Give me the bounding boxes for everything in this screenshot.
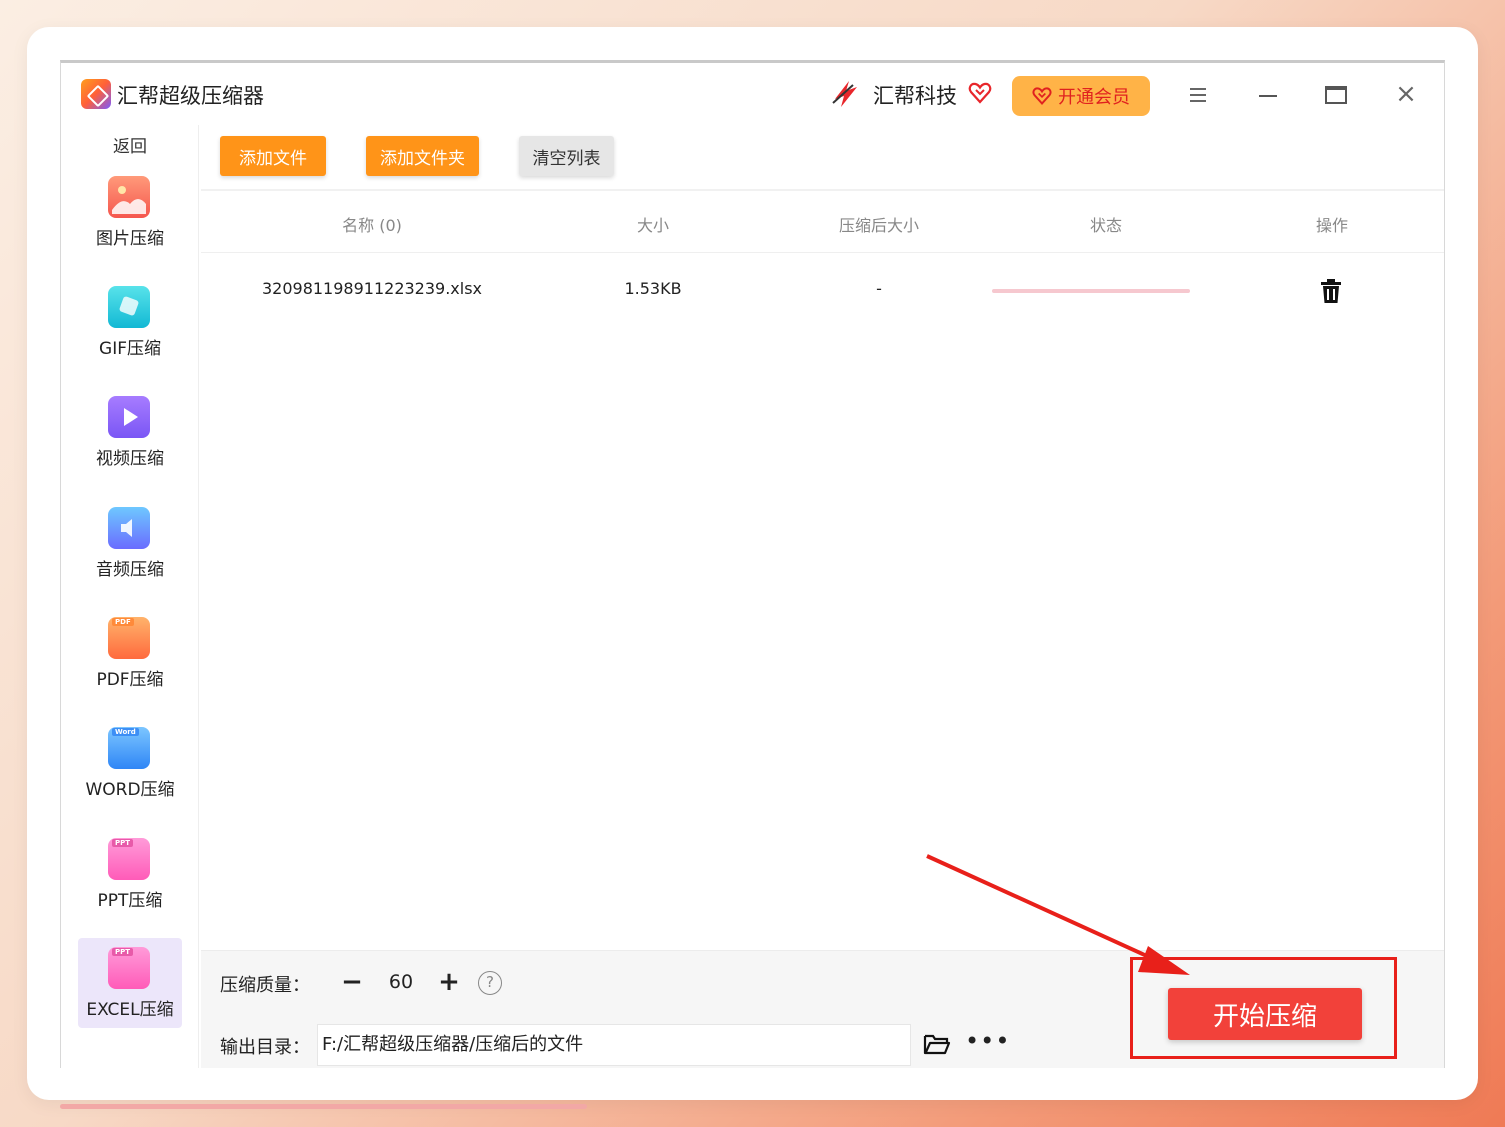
ppt-icon: PPT (108, 838, 150, 880)
table-row[interactable]: 320981198911223239.xlsx 1.53KB - (201, 258, 1444, 318)
column-size[interactable]: 大小 (637, 212, 669, 236)
app-title: 汇帮超级压缩器 (117, 84, 264, 108)
folder-open-icon[interactable] (923, 1032, 951, 1056)
output-path-field[interactable]: F:/汇帮超级压缩器/压缩后的文件 (317, 1024, 911, 1066)
sidebar-item-video[interactable]: 视频压缩 (78, 390, 182, 480)
add-file-button[interactable]: 添加文件 (220, 136, 326, 176)
column-actions: 操作 (1315, 216, 1349, 235)
sidebar-item-image[interactable]: 图片压缩 (78, 170, 182, 260)
word-icon: Word (108, 727, 150, 769)
sidebar-item-label: PDF压缩 (96, 670, 164, 690)
sidebar: 返回 图片压缩 GIF压缩 视频压缩 音频压缩 PDF PDF压缩 Word W… (61, 125, 199, 1068)
gif-icon (108, 286, 150, 328)
pdf-tag: PDF (112, 618, 134, 626)
word-tag: Word (112, 728, 139, 736)
sidebar-item-label: 视频压缩 (96, 449, 164, 469)
file-name: 320981198911223239.xlsx (261, 279, 483, 298)
vip-label: 开通会员 (1058, 87, 1130, 108)
sidebar-item-label: EXCEL压缩 (86, 1000, 174, 1020)
excel-tag: PPT (112, 948, 134, 956)
back-link[interactable]: 返回 (113, 132, 147, 157)
sidebar-item-ppt[interactable]: PPT PPT压缩 (78, 832, 182, 922)
sidebar-item-label: PPT压缩 (97, 891, 163, 911)
close-icon[interactable]: × (1391, 79, 1421, 109)
quality-label: 压缩质量： (220, 975, 310, 996)
minimize-icon[interactable] (1253, 79, 1283, 109)
audio-icon (108, 507, 150, 549)
sidebar-item-label: WORD压缩 (85, 780, 175, 800)
brand-logo-icon (832, 81, 857, 107)
heart-icon (968, 82, 992, 104)
file-size: 1.53KB (624, 279, 682, 298)
table-header: 名称 (0) 大小 压缩后大小 状态 操作 (201, 191, 1444, 253)
ppt-tag: PPT (112, 839, 134, 847)
image-icon (108, 176, 150, 218)
clear-list-button[interactable]: 清空列表 (519, 136, 614, 176)
sidebar-item-pdf[interactable]: PDF PDF压缩 (78, 611, 182, 701)
excel-icon: PPT (108, 947, 150, 989)
output-label: 输出目录： (220, 1037, 310, 1058)
quality-decrease-button[interactable]: − (337, 965, 367, 999)
toolbar: 添加文件 添加文件夹 清空列表 (201, 125, 1444, 191)
more-options-icon[interactable]: ••• (965, 1027, 1010, 1055)
menu-icon[interactable] (1183, 79, 1213, 109)
add-folder-button[interactable]: 添加文件夹 (366, 136, 479, 176)
maximize-icon[interactable] (1321, 79, 1351, 109)
help-icon[interactable]: ? (478, 971, 502, 995)
pdf-icon: PDF (108, 617, 150, 659)
sidebar-item-label: 图片压缩 (96, 229, 164, 249)
sidebar-item-audio[interactable]: 音频压缩 (78, 501, 182, 591)
annotation-highlight-box (1130, 957, 1397, 1059)
vip-heart-icon (1032, 87, 1052, 105)
column-compressed-size[interactable]: 压缩后大小 (839, 212, 919, 236)
app-window: 汇帮超级压缩器 汇帮科技 开通会员 × 返回 图片压缩 GIF压缩 视频压缩 音… (60, 60, 1445, 1068)
status-progress-bar (992, 289, 1190, 293)
sidebar-item-label: 音频压缩 (96, 560, 164, 580)
column-status[interactable]: 状态 (1090, 212, 1122, 236)
video-icon (108, 396, 150, 438)
title-bar: 汇帮超级压缩器 汇帮科技 开通会员 × (61, 63, 1444, 125)
sidebar-item-gif[interactable]: GIF压缩 (78, 280, 182, 370)
column-name[interactable]: 名称 (0) (342, 212, 402, 236)
trash-icon[interactable] (1319, 278, 1343, 304)
sidebar-item-word[interactable]: Word WORD压缩 (78, 721, 182, 811)
app-logo-icon (81, 79, 111, 109)
scrollbar[interactable] (60, 1104, 587, 1109)
sidebar-item-excel[interactable]: PPT EXCEL压缩 (78, 938, 182, 1028)
quality-value[interactable]: 60 (379, 971, 423, 993)
brand-name: 汇帮科技 (873, 84, 957, 108)
quality-increase-button[interactable]: + (434, 965, 464, 999)
sidebar-item-label: GIF压缩 (99, 339, 161, 359)
compressed-size: - (876, 279, 882, 298)
vip-button[interactable]: 开通会员 (1012, 76, 1150, 116)
